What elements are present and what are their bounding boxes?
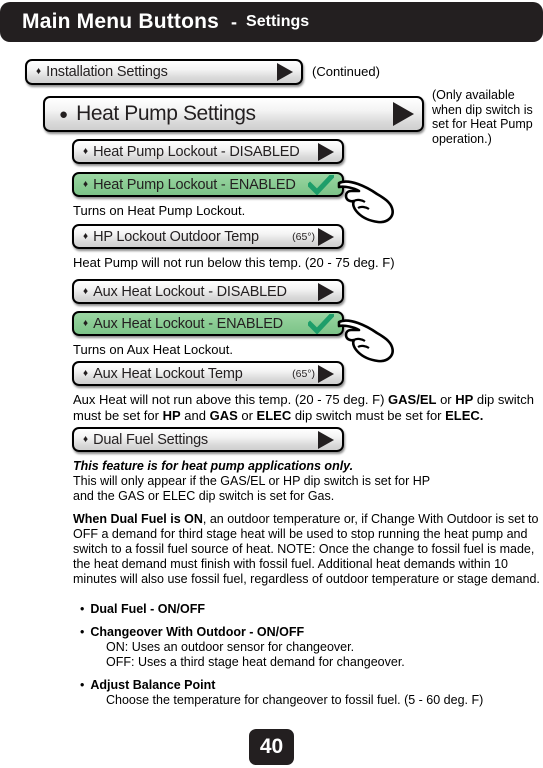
desc-part: Aux Heat will not run above this temp. (… (73, 392, 389, 407)
dual-fuel-options-list: • Dual Fuel - ON/OFF • Changeover With Out… (80, 602, 520, 708)
dip-switch-note: (Only available when dip switch is set f… (432, 88, 533, 146)
desc-bold: HP (455, 392, 474, 407)
desc-part: and (180, 407, 210, 423)
button-aux-lockout-enabled[interactable]: ♦ Aux Heat Lockout - ENABLED (72, 311, 344, 336)
right-arrow-icon (318, 227, 334, 246)
pointing-hand-cursor-icon (337, 316, 399, 369)
desc-hp-lockout: Turns on Heat Pump Lockout. (73, 203, 246, 218)
desc-bold: GAS (209, 407, 238, 423)
right-arrow-icon (318, 282, 334, 301)
desc-aux-lockout: Turns on Aux Heat Lockout. (73, 342, 233, 357)
diamond-bullet-icon: ♦ (83, 367, 89, 379)
button-aux-lockout-temp[interactable]: ♦ Aux Heat Lockout Temp (65°) (72, 361, 344, 386)
list-item: • Changeover With Outdoor - ON/OFF ON: Us… (80, 625, 520, 670)
checkmark-icon (308, 313, 334, 334)
list-item-sub: Choose the temperature for changeover to… (106, 693, 484, 707)
diamond-bullet-icon: ♦ (36, 66, 42, 77)
continued-annotation: (Continued) (312, 64, 380, 79)
bullet-dot-icon: • (80, 678, 85, 692)
bullet-dot-icon: • (80, 602, 85, 616)
page-number-badge: 40 (249, 729, 294, 765)
pointing-hand-cursor-icon (337, 177, 399, 230)
right-arrow-icon (318, 364, 334, 383)
diamond-bullet-icon: ♦ (83, 433, 89, 445)
button-label: Heat Pump Lockout - DISABLED (93, 143, 300, 160)
page-title: Main Menu Buttons (22, 10, 220, 33)
button-label: Aux Heat Lockout Temp (93, 365, 243, 382)
dual-fuel-heading: This feature is for heat pump applicatio… (73, 459, 354, 473)
desc-bold: GAS/EL (388, 392, 437, 407)
right-arrow-icon (318, 430, 334, 449)
desc-aux-lockout-temp: Aux Heat will not run above this temp. (… (73, 392, 543, 423)
desc-part: or (436, 392, 456, 407)
list-item-sub: ON: Uses an outdoor sensor for changeove… (106, 640, 355, 654)
page-header: Main Menu Buttons - Settings (0, 2, 543, 42)
button-hp-lockout-outdoor-temp[interactable]: ♦ HP Lockout Outdoor Temp (65°) (72, 224, 344, 249)
button-hp-lockout-enabled[interactable]: ♦ Heat Pump Lockout - ENABLED (72, 172, 344, 197)
dual-fuel-intro: This feature is for heat pump applicatio… (73, 459, 533, 504)
desc-bold: HP (162, 407, 181, 423)
button-label: Heat Pump Settings (76, 102, 256, 125)
dual-fuel-line2: and the GAS or ELEC dip switch is set fo… (73, 489, 335, 503)
dual-fuel-line1: This will only appear if the GAS/EL or H… (73, 474, 431, 488)
desc-bold: ELEC. (445, 407, 484, 423)
desc-part: or (237, 407, 257, 423)
diamond-bullet-icon: ♦ (83, 285, 89, 297)
diamond-bullet-icon: ♦ (83, 230, 89, 242)
desc-part: dip switch must be set for (291, 407, 446, 423)
desc-bold: ELEC (256, 407, 292, 423)
dual-fuel-para-bold: When Dual Fuel is ON (73, 512, 203, 526)
right-arrow-icon (393, 102, 414, 126)
button-value: (65°) (292, 230, 315, 243)
button-dual-fuel-settings[interactable]: ♦ Dual Fuel Settings (72, 427, 344, 452)
diamond-bullet-icon: ♦ (83, 178, 89, 190)
diamond-bullet-icon: ♦ (83, 317, 89, 329)
button-aux-lockout-disabled[interactable]: ♦ Aux Heat Lockout - DISABLED (72, 279, 344, 304)
button-label: Installation Settings (46, 64, 168, 80)
right-arrow-icon (277, 63, 293, 81)
list-item: • Adjust Balance Point Choose the tempera… (80, 678, 520, 708)
title-separator: - (231, 11, 238, 32)
list-item-title: Changeover With Outdoor - ON/OFF (90, 625, 305, 639)
page-subtitle: Settings (246, 13, 310, 30)
list-item: • Dual Fuel - ON/OFF (80, 602, 520, 617)
desc-hp-lockout-temp: Heat Pump will not run below this temp. … (73, 255, 395, 270)
button-label: Aux Heat Lockout - DISABLED (93, 283, 287, 300)
button-heat-pump-settings[interactable]: ● Heat Pump Settings (43, 96, 424, 132)
button-label: Heat Pump Lockout - ENABLED (93, 176, 296, 193)
button-installation-settings[interactable]: ♦ Installation Settings (25, 59, 303, 85)
desc-part: dip (473, 392, 495, 407)
diamond-bullet-icon: ♦ (83, 145, 89, 157)
button-label: HP Lockout Outdoor Temp (93, 228, 259, 245)
button-label: Dual Fuel Settings (93, 431, 208, 448)
round-bullet-icon: ● (59, 105, 69, 123)
button-value: (65°) (292, 367, 315, 380)
right-arrow-icon (318, 142, 334, 161)
checkmark-icon (308, 174, 334, 195)
button-hp-lockout-disabled[interactable]: ♦ Heat Pump Lockout - DISABLED (72, 139, 344, 164)
bullet-dot-icon: • (80, 625, 85, 639)
list-item-title: Dual Fuel - ON/OFF (90, 602, 205, 616)
list-item-sub: OFF: Uses a third stage heat demand for … (106, 655, 405, 669)
list-item-title: Adjust Balance Point (90, 678, 216, 692)
dual-fuel-paragraph: When Dual Fuel is ON, an outdoor tempera… (73, 512, 541, 587)
button-label: Aux Heat Lockout - ENABLED (93, 315, 283, 332)
